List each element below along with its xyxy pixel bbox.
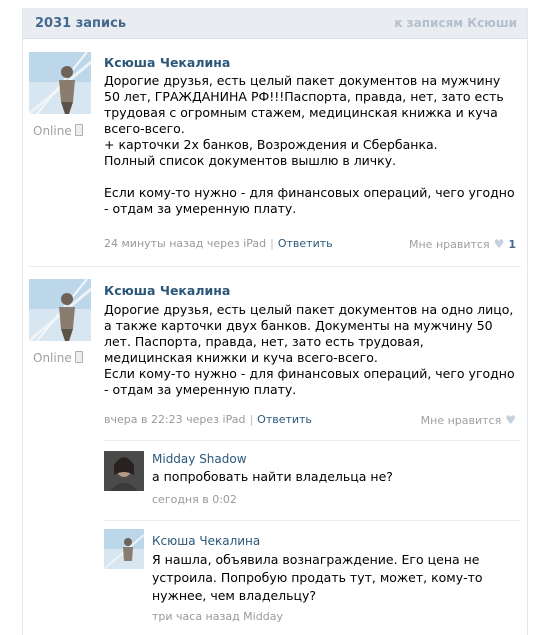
post-count: 2031 запись [35,15,127,31]
mobile-phone-icon [74,124,83,136]
comment-divider [104,520,520,521]
reply-button[interactable]: Ответить [257,413,312,426]
panel-header: 2031 запись к записям Ксюши [23,8,527,39]
online-status: Online [33,124,83,138]
like-label: Мне нравится [409,237,490,251]
post-divider [29,266,521,267]
online-label: Online [33,124,72,138]
comment-divider [104,440,520,441]
avatar[interactable] [104,529,144,569]
back-to-posts-link[interactable]: к записям Ксюши [394,16,517,30]
online-status: Online [33,351,83,365]
post-meta: 24 минуты назад через iPad | Ответить Мне … [104,237,516,251]
online-label: Online [33,351,72,365]
post-time[interactable]: вчера в 22:23 через iPad [104,413,245,426]
post-time[interactable]: 24 минуты назад через iPad [104,237,266,250]
avatar[interactable] [29,279,91,341]
wall-post-panel: 2031 запись к записям Ксюши Online Ксюша… [22,8,528,635]
comment-text: Я нашла, объявила вознаграждение. Его це… [152,552,483,603]
avatar[interactable] [29,52,91,114]
comment-author[interactable]: Midday Shadow [152,452,247,466]
post-author[interactable]: Ксюша Чекалина [104,55,230,70]
post-text: Дорогие друзья, есть целый пакет докумен… [104,302,515,397]
like-label: Мне нравится [420,413,502,427]
like-button[interactable]: Мне нравится ♥ [421,413,516,427]
like-button[interactable]: Мне нравится ♥ 1 [409,237,516,251]
avatar[interactable] [104,451,144,491]
like-count: 1 [508,237,516,251]
comment-author[interactable]: Ксюша Чекалина [152,534,260,548]
heart-icon: ♥ [493,237,505,251]
post-author[interactable]: Ксюша Чекалина [104,283,230,298]
comment-time[interactable]: сегодня в 0:02 [152,493,237,506]
comment-time[interactable]: три часа назад Midday [152,610,283,623]
post-text: Дорогие друзья, есть целый пакет докумен… [104,73,515,216]
comment-text: а попробовать найти владельца не? [152,469,393,484]
post-meta: вчера в 22:23 через iPad | Ответить Мне нр… [104,413,516,427]
mobile-phone-icon [74,351,83,363]
heart-icon: ♥ [505,413,516,427]
reply-button[interactable]: Ответить [278,237,333,250]
